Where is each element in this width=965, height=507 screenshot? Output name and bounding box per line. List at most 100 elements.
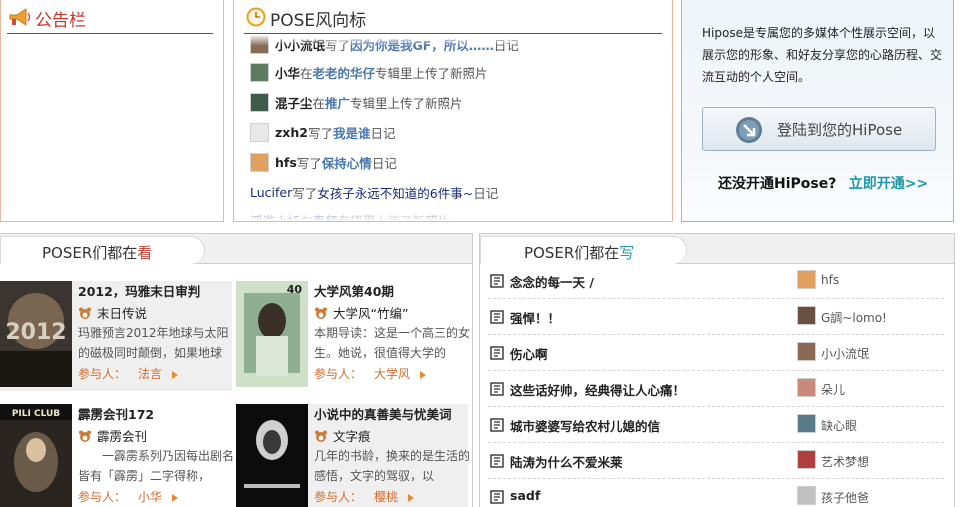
notice-panel: 公告栏 — [0, 0, 224, 222]
login-button[interactable]: 登陆到您的HiPose — [702, 107, 936, 151]
diary-row: 这些话好帅，经典得让人心痛！ 朵儿 — [488, 371, 944, 407]
feed-target-link[interactable]: 女孩子永远不知道的6件事~ — [317, 183, 473, 202]
feed-item: 小华 在 老老的华仔 专辑里上传了新照片 — [250, 61, 488, 83]
feed-user-link[interactable]: 混子尘 — [275, 93, 313, 112]
feed-action: 在 — [312, 95, 326, 111]
signup-link[interactable]: 立即开通>> — [849, 176, 928, 192]
diary-title-link[interactable]: sadf — [510, 488, 540, 503]
author-link[interactable]: 孩子他爸 — [821, 489, 869, 506]
diary-title-link[interactable]: 这些话好帅，经典得让人心痛！ — [510, 380, 685, 399]
user-avatar[interactable] — [797, 450, 816, 469]
notebook-icon — [490, 454, 504, 468]
notice-header: 公告栏 — [7, 0, 213, 34]
book-card[interactable]: 2012 2012，玛雅末日审判 末日传说 玛雅预言2012年地球与太阳的磁极同… — [0, 281, 232, 391]
feed-target-link[interactable]: 推广 — [325, 93, 350, 112]
book-cover[interactable]: 40 — [236, 281, 308, 387]
feed-user-link[interactable]: hfs — [275, 155, 297, 170]
book-title[interactable]: 2012，玛雅末日审判 — [78, 281, 200, 300]
book-source[interactable]: 霹雳会刊 — [78, 426, 147, 445]
user-avatar[interactable] — [797, 378, 816, 397]
book-card[interactable]: PILI CLUB 霹雳会刊172 霹雳会刊 一霹雳系列乃因每出剧名皆有「霹雳」… — [0, 404, 234, 507]
author-link[interactable]: hfs — [821, 273, 839, 287]
user-avatar[interactable] — [797, 414, 816, 433]
feed-item: 混子尘 在 推广 专辑里上传了新照片 — [250, 91, 463, 113]
feed-item: zxh2 写了 我是谁 日记 — [250, 121, 395, 143]
diary-row: 伤心啊 小小流氓 — [488, 335, 944, 371]
book-card[interactable]: 小说中的真善美与忧美词 文字痕 几年的书龄，换来的是生活的感悟，文字的驾驭，以 … — [236, 404, 470, 507]
notebook-icon — [490, 310, 504, 324]
participant-link[interactable]: 樱桃 — [374, 490, 398, 504]
login-panel: Hipose是专属您的多媒体个性展示空间，以展示您的形象、和好友分享您的心路历程… — [681, 0, 954, 222]
feed-action: 在 — [300, 65, 313, 81]
book-title[interactable]: 小说中的真善美与忧美词 — [314, 404, 452, 423]
participant-link[interactable]: 法言 — [138, 367, 162, 381]
reading-panel: POSER们都在看 2012 2012，玛雅末日审判 末日传说 玛雅预言2012… — [0, 233, 473, 507]
arrow-right-icon[interactable] — [408, 493, 415, 502]
author-link[interactable]: 缺心眼 — [821, 417, 857, 434]
user-avatar[interactable] — [250, 122, 269, 142]
arrow-right-icon[interactable] — [172, 370, 179, 379]
book-participants: 参与人： 法言 — [78, 365, 179, 382]
participant-link[interactable]: 大学风 — [374, 367, 410, 381]
user-avatar[interactable] — [250, 62, 269, 82]
diary-title-link[interactable]: 念念的每一天 / — [510, 272, 594, 291]
feed-user-link[interactable]: Lucifer — [250, 185, 292, 200]
book-source[interactable]: 大学风“竹编” — [314, 303, 408, 322]
writing-title-accent: 写 — [619, 244, 635, 262]
clock-icon — [246, 7, 266, 27]
book-title[interactable]: 霹雳会刊172 — [78, 404, 154, 423]
user-avatar[interactable] — [250, 152, 269, 172]
user-avatar[interactable] — [797, 342, 816, 361]
feed-action: 日记 — [370, 125, 396, 141]
diary-title-link[interactable]: 伤心啊 — [510, 344, 548, 363]
book-title[interactable]: 大学风第40期 — [314, 281, 394, 300]
book-description: 一霹雳系列乃因每出剧名皆有「霹雳」二字得称， — [78, 449, 234, 483]
diary-title-link[interactable]: 城市婆婆写给农村儿媳的信 — [510, 416, 660, 435]
user-avatar[interactable] — [797, 306, 816, 325]
book-source[interactable]: 末日传说 — [78, 303, 147, 322]
diary-title-link[interactable]: 陆涛为什么不爱米莱 — [510, 452, 623, 471]
feed-target-link[interactable]: 我是谁 — [333, 123, 371, 142]
bear-icon — [315, 307, 327, 319]
book-description: 本期导读：这是一个高三的女生。她说，很值得大学的 — [314, 326, 470, 360]
login-button-label: 登陆到您的HiPose — [777, 121, 903, 139]
book-cover[interactable]: 2012 — [0, 281, 72, 387]
feed-panel: POSE风向标 小小流氓 写了 因为你是我GF，所以…… 日记 小华 在 老老的… — [233, 0, 673, 222]
signup-row: 还没开通HiPose? 立即开通>> — [718, 173, 928, 193]
participants-label: 参与人： — [78, 490, 127, 504]
feed-action: 写了 — [307, 125, 333, 141]
user-avatar[interactable] — [797, 486, 816, 505]
feed-item: hfs 写了 保持心情 日记 — [250, 151, 397, 173]
bear-icon — [79, 307, 91, 319]
feed-user-link[interactable]: zxh2 — [275, 125, 308, 140]
book-participants: 参与人： 小华 — [78, 488, 179, 505]
feed-target-link[interactable]: 老老的华仔 — [313, 63, 376, 82]
feed-action: 写了 — [292, 185, 318, 201]
arrow-right-icon[interactable] — [420, 370, 427, 379]
author-link[interactable]: 小小流氓 — [821, 345, 869, 362]
book-source[interactable]: 文字痕 — [314, 426, 371, 445]
book-cover[interactable]: PILI CLUB — [0, 404, 72, 507]
arrow-circle-icon — [736, 117, 762, 143]
book-cover[interactable] — [236, 404, 308, 507]
feed-target-link[interactable]: 保持心情 — [322, 153, 372, 172]
participant-link[interactable]: 小华 — [138, 490, 162, 504]
diary-title-link[interactable]: 强悍！！ — [510, 308, 560, 327]
feed-item: Lucifer 写了 女孩子永远不知道的6件事~ 日记 — [250, 181, 498, 203]
writing-tab-bar: POSER们都在写 — [480, 234, 954, 264]
book-description: 几年的书龄，换来的是生活的感悟，文字的驾驭，以 — [314, 449, 470, 483]
cover-text: 40 — [287, 283, 303, 296]
notebook-icon — [490, 382, 504, 396]
feed-list: 小小流氓 写了 因为你是我GF，所以…… 日记 小华 在 老老的华仔 专辑里上传… — [250, 34, 660, 221]
book-card[interactable]: 40 大学风第40期 大学风“竹编” 本期导读：这是一个高三的女生。她说，很值得… — [236, 281, 470, 391]
feed-title: POSE风向标 — [270, 11, 367, 31]
book-source-name: 文字痕 — [333, 429, 371, 444]
feed-user-link[interactable]: 小华 — [275, 63, 300, 82]
user-avatar[interactable] — [797, 270, 816, 289]
author-link[interactable]: G調~lomo! — [821, 309, 887, 326]
author-link[interactable]: 朵儿 — [821, 381, 845, 398]
author-link[interactable]: 艺术梦想 — [821, 453, 869, 470]
feed-action: 日记 — [473, 185, 499, 201]
user-avatar[interactable] — [250, 92, 269, 112]
arrow-right-icon[interactable] — [172, 493, 179, 502]
